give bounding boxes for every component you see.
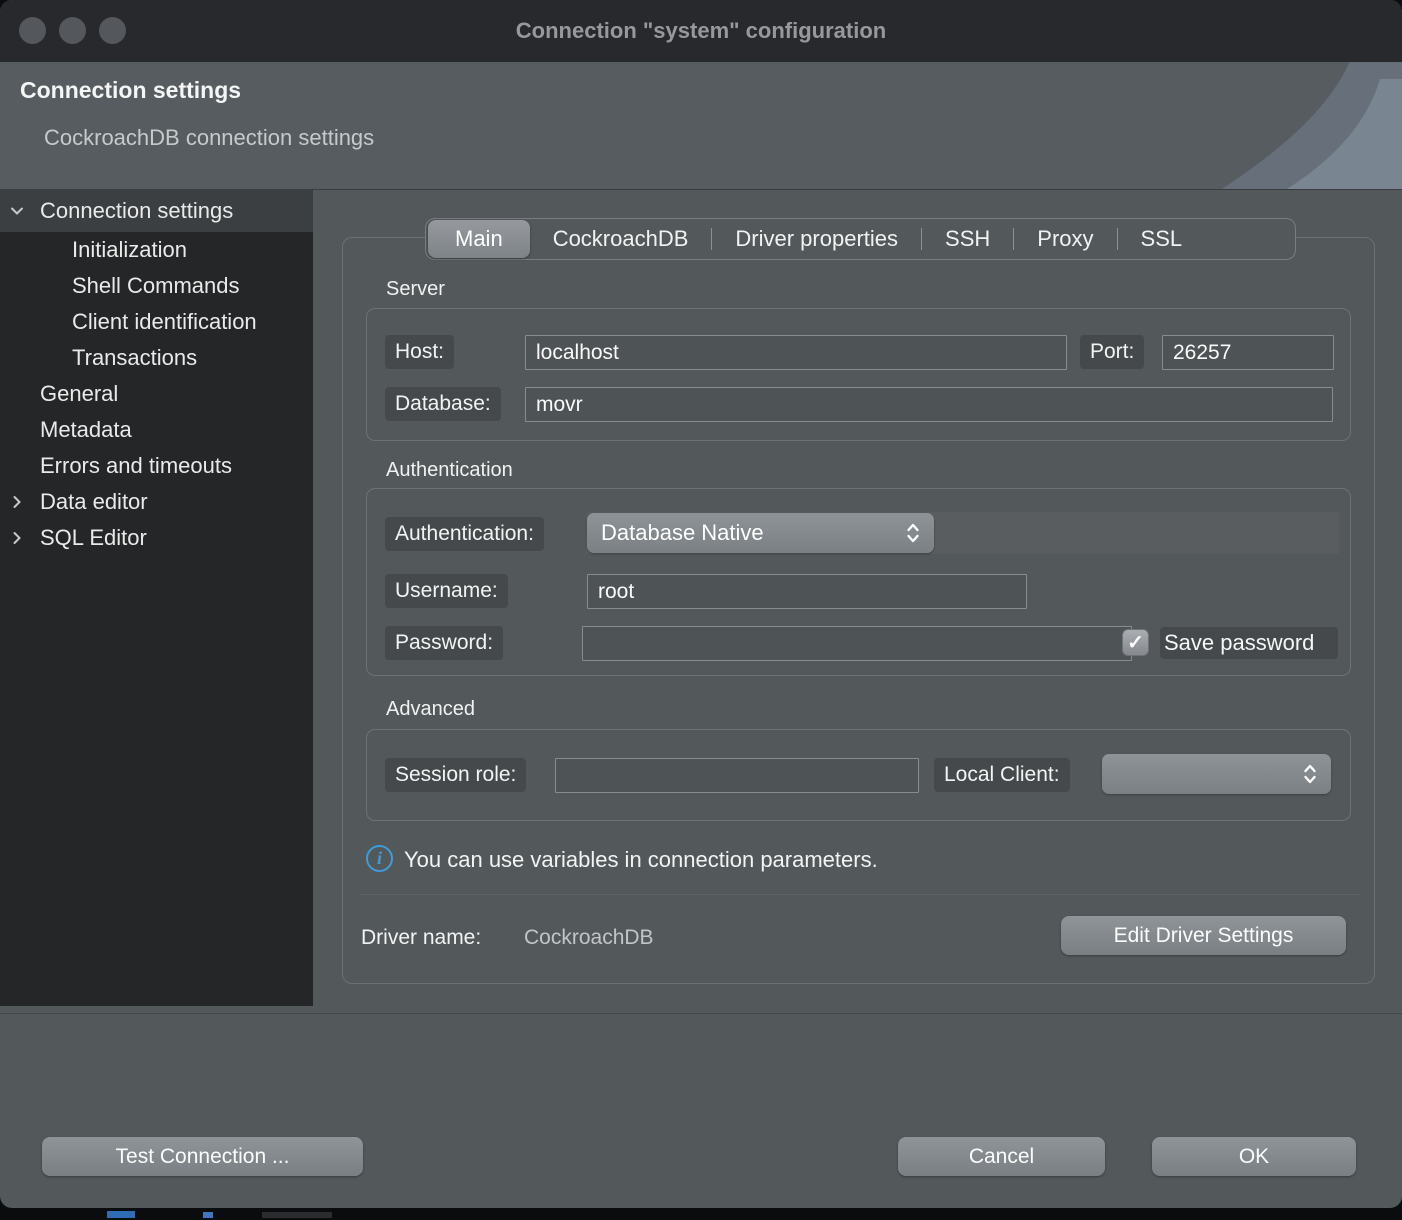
sidebar-item-label: Client identification — [72, 309, 257, 335]
server-group: Host: Port: Database: — [366, 308, 1351, 441]
authentication-section-label: Authentication — [386, 459, 513, 482]
authentication-select[interactable]: Database Native — [587, 513, 934, 553]
screen: Connection "system" configuration Connec… — [0, 0, 1402, 1220]
sidebar-item-label: Errors and timeouts — [40, 453, 232, 479]
local-client-label: Local Client: — [934, 758, 1070, 792]
database-input[interactable] — [525, 387, 1333, 422]
sidebar-item-initialization[interactable]: Initialization — [0, 232, 313, 268]
advanced-group: Session role: Local Client: — [366, 729, 1351, 821]
driver-name-value: CockroachDB — [524, 926, 654, 950]
tab-ssl[interactable]: SSL — [1118, 218, 1206, 260]
select-chevrons-icon — [906, 522, 920, 544]
sidebar-item-label: SQL Editor — [40, 525, 147, 551]
footer-divider — [0, 1013, 1402, 1014]
titlebar: Connection "system" configuration — [0, 0, 1402, 62]
sidebar-item-general[interactable]: General — [0, 376, 313, 412]
sidebar-item-sql-editor[interactable]: SQL Editor — [0, 520, 313, 556]
password-input[interactable] — [582, 626, 1132, 661]
save-password-checkbox[interactable]: ✓ — [1122, 629, 1149, 656]
server-section-label: Server — [386, 278, 445, 301]
desktop-artifact — [107, 1211, 135, 1218]
info-icon: i — [366, 845, 393, 872]
sidebar-item-data-editor[interactable]: Data editor — [0, 484, 313, 520]
connection-tabs: Main CockroachDB Driver properties SSH P… — [425, 218, 1296, 260]
username-label: Username: — [385, 574, 508, 608]
host-label: Host: — [385, 335, 454, 369]
authentication-label: Authentication: — [385, 517, 544, 551]
select-chevrons-icon — [1303, 763, 1317, 785]
settings-tree: Connection settings Initialization Shell… — [0, 190, 313, 1006]
chevron-right-icon[interactable] — [9, 494, 25, 510]
tab-proxy[interactable]: Proxy — [1014, 218, 1116, 260]
variables-hint-text: You can use variables in connection para… — [404, 847, 878, 873]
sidebar-item-label: Transactions — [72, 345, 197, 371]
page-title: Connection settings — [20, 77, 241, 104]
chevron-down-icon[interactable] — [9, 203, 25, 219]
authentication-group: Authentication: Database Native Username… — [366, 488, 1351, 676]
info-icon-glyph: i — [377, 848, 382, 869]
header-decoration — [1072, 62, 1402, 189]
sidebar-item-label: Connection settings — [40, 198, 233, 224]
sidebar-item-label: Data editor — [40, 489, 148, 515]
sidebar-item-connection-settings[interactable]: Connection settings — [0, 190, 313, 232]
chevron-right-icon[interactable] — [9, 530, 25, 546]
sidebar-item-label: General — [40, 381, 118, 407]
sidebar-item-label: Metadata — [40, 417, 132, 443]
desktop-artifact — [262, 1212, 332, 1218]
sidebar-item-metadata[interactable]: Metadata — [0, 412, 313, 448]
driver-divider — [359, 894, 1359, 895]
session-role-input[interactable] — [555, 758, 919, 793]
tab-cockroachdb[interactable]: CockroachDB — [530, 218, 712, 260]
cancel-button[interactable]: Cancel — [898, 1137, 1105, 1176]
dialog-header: Connection settings CockroachDB connecti… — [0, 62, 1402, 190]
port-input[interactable] — [1162, 335, 1334, 370]
sidebar-item-label: Shell Commands — [72, 273, 240, 299]
port-label: Port: — [1080, 335, 1144, 369]
host-input[interactable] — [525, 335, 1067, 370]
sidebar-item-shell-commands[interactable]: Shell Commands — [0, 268, 313, 304]
password-label: Password: — [385, 626, 503, 660]
page-subtitle: CockroachDB connection settings — [44, 125, 374, 151]
check-icon: ✓ — [1127, 630, 1144, 655]
desktop-artifact — [203, 1212, 213, 1218]
session-role-label: Session role: — [385, 758, 526, 792]
ok-button[interactable]: OK — [1152, 1137, 1356, 1176]
sidebar-item-transactions[interactable]: Transactions — [0, 340, 313, 376]
tab-driver-properties[interactable]: Driver properties — [712, 218, 921, 260]
username-input[interactable] — [587, 574, 1027, 609]
local-client-select[interactable] — [1102, 754, 1331, 794]
connection-configuration-dialog: Connection "system" configuration Connec… — [0, 0, 1402, 1208]
main-tab-panel: Server Host: Port: Database: Authenticat… — [342, 237, 1375, 984]
database-label: Database: — [385, 387, 501, 421]
test-connection-button[interactable]: Test Connection ... — [42, 1137, 363, 1176]
sidebar-item-errors-and-timeouts[interactable]: Errors and timeouts — [0, 448, 313, 484]
save-password-label: Save password — [1160, 627, 1338, 659]
driver-name-label: Driver name: — [361, 926, 481, 950]
edit-driver-settings-button[interactable]: Edit Driver Settings — [1061, 916, 1346, 955]
sidebar-item-client-identification[interactable]: Client identification — [0, 304, 313, 340]
authentication-select-value: Database Native — [601, 520, 898, 546]
tab-main[interactable]: Main — [428, 220, 530, 258]
window-title: Connection "system" configuration — [0, 0, 1402, 62]
advanced-section-label: Advanced — [386, 698, 475, 721]
sidebar-item-label: Initialization — [72, 237, 187, 263]
tab-ssh[interactable]: SSH — [922, 218, 1013, 260]
